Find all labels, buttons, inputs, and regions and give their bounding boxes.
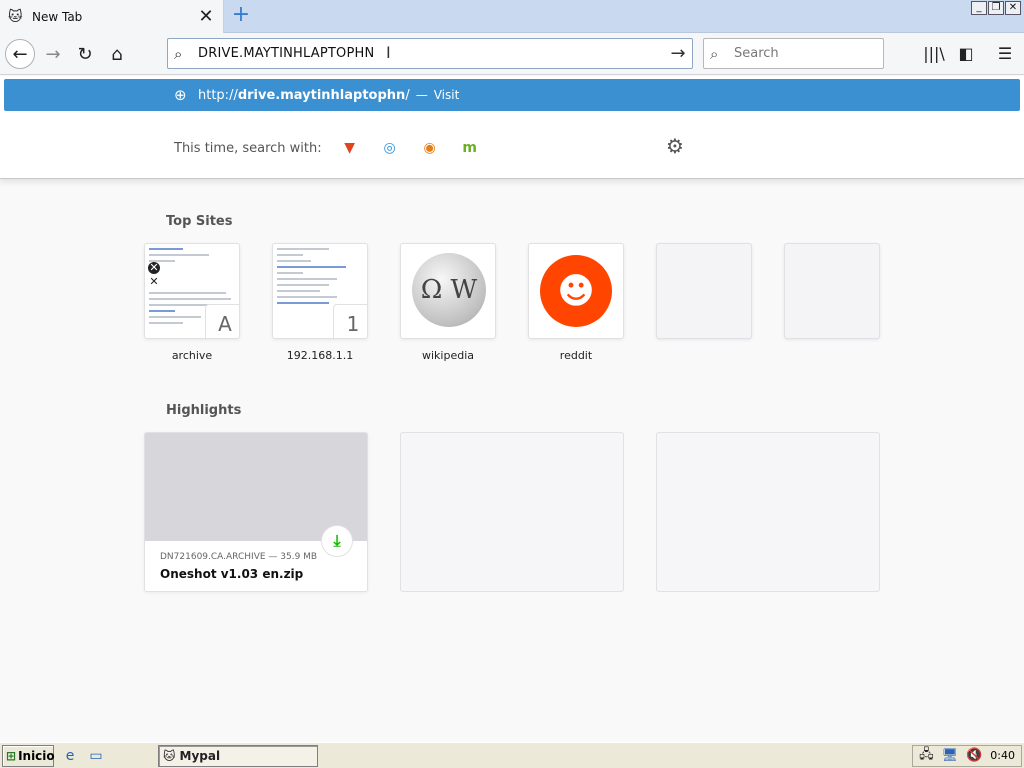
internet-explorer-icon[interactable]: e — [60, 746, 80, 766]
clock: 0:40 — [990, 749, 1015, 762]
reload-icon: ↻ — [77, 43, 93, 65]
arrow-right-icon: → — [45, 43, 61, 65]
suggestion-row[interactable]: ⊕ http://drive.maytinhlaptophn/ — Visit — [4, 79, 1020, 111]
highlights-title: Highlights — [166, 403, 242, 418]
site-letter-badge: 1 — [333, 304, 367, 338]
firefox-cat-icon: 🐱 — [8, 8, 23, 25]
site-letter-badge: A — [205, 304, 239, 338]
top-site-router[interactable]: 1 192.168.1.1 — [272, 243, 368, 362]
top-sites-title: Top Sites — [166, 214, 233, 229]
top-site-archive[interactable]: ✕ ✕ A archive — [144, 243, 240, 362]
thumbnail-content — [277, 248, 363, 308]
mypal-icon: 🐱 — [163, 748, 176, 763]
show-desktop-icon[interactable]: ▭ — [86, 746, 106, 766]
search-settings-gear-icon[interactable]: ⚙ — [666, 134, 684, 158]
start-button[interactable]: ⊞ Inicio — [2, 744, 55, 767]
close-circle-icon: ✕ — [148, 261, 160, 274]
site-thumbnail: ✕ ✕ A — [144, 243, 240, 339]
top-site-empty — [656, 243, 752, 339]
home-button[interactable]: ⌂ — [102, 39, 132, 69]
site-thumbnail: 1 — [272, 243, 368, 339]
start-label: Inicio — [18, 748, 55, 763]
taskbar-item-mypal[interactable]: 🐱 Mypal — [158, 744, 318, 767]
reload-button[interactable]: ↻ — [70, 39, 100, 69]
forward-button[interactable]: → — [38, 39, 68, 69]
windows-logo-icon: ⊞ — [6, 748, 17, 763]
site-label: reddit — [559, 349, 593, 362]
site-thumbnail: Ω W — [400, 243, 496, 339]
close-icon: ✕ — [149, 275, 159, 288]
site-thumbnail: ☻ — [528, 243, 624, 339]
wikipedia-globe-icon: Ω W — [412, 253, 486, 327]
library-icon[interactable]: |||\ — [921, 41, 947, 67]
empty-tile — [656, 243, 752, 339]
suggestion-separator: — — [415, 88, 428, 102]
search-engine-mojeek-icon[interactable]: m — [458, 136, 482, 160]
suggestion-url: http://drive.maytinhlaptophn/ — [198, 87, 410, 103]
home-icon: ⌂ — [111, 43, 123, 65]
empty-tile — [784, 243, 880, 339]
site-label: 192.168.1.1 — [286, 349, 354, 362]
url-suggestions-popup: ⊕ http://drive.maytinhlaptophn/ — Visit … — [0, 76, 1024, 179]
hamburger-menu-icon[interactable]: ☰ — [992, 41, 1018, 67]
url-input[interactable]: DRIVE.MAYTINHLAPTOPHN — [198, 46, 664, 61]
safely-remove-icon[interactable]: 🖧 — [919, 745, 934, 767]
restore-icon[interactable]: ❐ — [988, 1, 1004, 15]
search-input[interactable]: Search — [734, 46, 779, 61]
go-arrow-icon[interactable]: → — [664, 43, 692, 64]
arrow-left-icon: ← — [12, 43, 28, 65]
site-label: wikipedia — [421, 349, 474, 362]
download-icon: ⤓ — [321, 525, 353, 557]
top-site-wikipedia[interactable]: Ω W wikipedia — [400, 243, 496, 362]
volume-muted-icon[interactable]: 🔇 — [966, 748, 982, 763]
windows-taskbar: ⊞ Inicio e ▭ 🐱 Mypal 🖧 🖥 🔇 0:40 — [0, 742, 1024, 768]
minimize-icon[interactable]: _ — [971, 1, 987, 15]
tab-strip: 🐱 New Tab ✕ + _ ❐ ✕ — [0, 0, 1024, 33]
url-bar[interactable]: ⌕ DRIVE.MAYTINHLAPTOPHN I → — [167, 38, 693, 69]
network-icon[interactable]: 🖥 — [942, 748, 959, 763]
highlight-empty — [400, 432, 624, 592]
sidebar-toggle-icon[interactable]: ◧ — [953, 41, 979, 67]
top-site-empty — [784, 243, 880, 339]
system-tray: 🖧 🖥 🔇 0:40 — [912, 744, 1022, 767]
tab-title: New Tab — [32, 9, 83, 24]
close-tab-icon[interactable]: ✕ — [195, 6, 217, 27]
one-off-label: This time, search with: — [174, 140, 322, 156]
search-engine-brave-icon[interactable]: ▼ — [338, 136, 362, 160]
tab-new-tab[interactable]: 🐱 New Tab ✕ — [0, 0, 224, 33]
reddit-alien-icon: ☻ — [540, 255, 612, 327]
window-controls: _ ❐ ✕ — [971, 1, 1021, 15]
highlight-title: Oneshot v1.03 en.zip — [160, 567, 304, 581]
back-button[interactable]: ← — [5, 39, 35, 69]
search-icon: ⌕ — [710, 44, 719, 63]
top-site-reddit[interactable]: ☻ reddit — [528, 243, 624, 362]
search-bar[interactable]: ⌕ Search — [703, 38, 884, 69]
new-tab-button[interactable]: + — [228, 4, 254, 28]
task-label: Mypal — [179, 748, 221, 763]
highlight-meta: DN721609.CA.ARCHIVE — 35.9 MB — [160, 552, 318, 562]
highlight-card[interactable]: ⤓ DN721609.CA.ARCHIVE — 35.9 MB Oneshot … — [144, 432, 368, 592]
search-icon: ⌕ — [174, 44, 183, 63]
globe-icon: ⊕ — [174, 86, 187, 104]
text-cursor-icon: I — [386, 43, 391, 62]
suggestion-action: Visit — [433, 88, 460, 102]
search-engine-duckduckgo-icon[interactable]: ◉ — [418, 136, 442, 160]
thumbnail-content — [149, 248, 235, 266]
navigation-bar: ← → ↻ ⌂ ⌕ DRIVE.MAYTINHLAPTOPHN I → ⌕ Se… — [0, 33, 1024, 75]
site-label: archive — [171, 349, 213, 362]
one-off-search-bar: This time, search with: ▼ ◎ ◉ m — [174, 136, 498, 160]
highlight-empty — [656, 432, 880, 592]
search-engine-qwant-icon[interactable]: ◎ — [378, 136, 402, 160]
window-close-icon[interactable]: ✕ — [1005, 1, 1021, 15]
